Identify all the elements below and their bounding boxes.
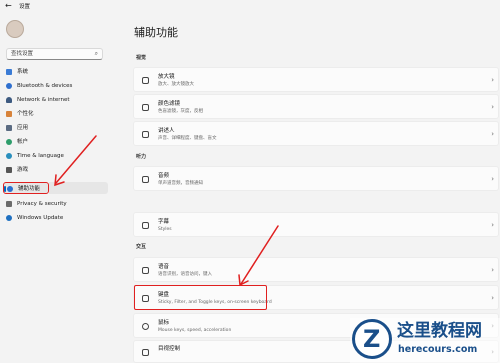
chevron-right-icon: › [491, 174, 494, 183]
sidebar-item-privacy[interactable]: Privacy & security [3, 198, 108, 210]
setting-card-title: 颜色滤镜 [158, 101, 181, 107]
sidebar-item-label: 帐户 [17, 139, 29, 145]
color-filter-icon [142, 103, 149, 111]
sidebar-item-label: Time & language [17, 153, 64, 159]
setting-card-subtitle: 放大、放大镜放大 [158, 82, 194, 87]
wifi-icon [6, 97, 12, 103]
setting-card-narrator[interactable]: 讲述人 声音、详细程度、键盘、盲文 › [133, 121, 499, 146]
setting-card-title: 字幕 [158, 219, 170, 225]
sidebar-item-windows-update[interactable]: Windows Update [3, 212, 108, 224]
setting-card-subtitle: 单声道音频，音频通知 [158, 181, 203, 186]
setting-card-color-filters[interactable]: 颜色滤镜 色盲滤镜，灰度，反相 › [133, 94, 499, 119]
setting-card-subtitle: Styles [158, 227, 172, 232]
section-header-vision: 视觉 [136, 55, 147, 61]
sidebar-active-highlight [49, 182, 108, 194]
sidebar-item-label: 辅助功能 [18, 186, 41, 192]
apps-icon [6, 125, 12, 131]
person-icon [6, 139, 12, 145]
sidebar-item-label: 个性化 [17, 111, 34, 117]
search-icon[interactable]: ⌕ [95, 49, 98, 59]
brush-icon [6, 111, 12, 117]
sidebar-item-label: 应用 [17, 125, 29, 131]
watermark-text: 这里教程网 [397, 321, 482, 341]
sidebar-item-label: Windows Update [17, 215, 64, 221]
sidebar-item-label: Bluetooth & devices [17, 83, 73, 89]
setting-card-title: 音频 [158, 173, 170, 179]
app-title: 设置 [19, 4, 31, 10]
accessibility-icon [7, 186, 13, 192]
magnifier-icon [142, 76, 149, 84]
shield-icon [6, 201, 12, 207]
microphone-icon [142, 266, 149, 274]
watermark-url: herecours.com [398, 344, 478, 355]
sidebar-item-apps[interactable]: 应用 [3, 122, 108, 134]
search-placeholder: 查找设置 [11, 51, 34, 57]
update-icon [6, 215, 12, 221]
monitor-icon [6, 69, 12, 75]
chevron-right-icon: › [491, 293, 494, 302]
setting-card-magnifier[interactable]: 放大镜 放大、放大镜放大 › [133, 67, 499, 92]
search-input[interactable]: 查找设置 ⌕ [6, 48, 103, 60]
sidebar-item-label: Network & internet [17, 97, 70, 103]
bluetooth-icon [6, 83, 12, 89]
sidebar-item-personalization[interactable]: 个性化 [3, 108, 108, 120]
setting-card-audio[interactable]: 音频 单声道音频，音频通知 › [133, 166, 499, 191]
gamepad-icon [6, 167, 12, 173]
setting-card-subtitle: 声音、详细程度、键盘、盲文 [158, 136, 217, 141]
chevron-right-icon: › [491, 220, 494, 229]
chevron-right-icon: › [491, 102, 494, 111]
section-header-interaction: 交互 [136, 244, 147, 250]
captions-icon [142, 221, 149, 229]
setting-card-captions[interactable]: 字幕 Styles › [133, 212, 499, 237]
setting-card-title: 目视控制 [158, 346, 181, 352]
keyboard-highlight-box [134, 285, 267, 310]
chevron-right-icon: › [491, 75, 494, 84]
chevron-right-icon: › [491, 129, 494, 138]
setting-card-title: 语音 [158, 264, 170, 270]
section-header-hearing: 听力 [136, 154, 147, 160]
sidebar-item-network[interactable]: Network & internet [3, 94, 108, 106]
setting-card-subtitle: Mouse keys, speed, acceleration [158, 328, 232, 333]
sidebar-item-label: 系统 [17, 69, 29, 75]
sidebar-item-label: 游戏 [17, 167, 29, 173]
sidebar-item-label: Privacy & security [17, 201, 67, 207]
setting-card-subtitle: 色盲滤镜，灰度，反相 [158, 109, 203, 114]
globe-clock-icon [6, 153, 12, 159]
eye-icon [142, 348, 149, 356]
mouse-icon [142, 322, 149, 330]
page-title: 辅助功能 [134, 26, 178, 39]
sidebar-item-system[interactable]: 系统 [3, 66, 108, 78]
back-arrow-icon[interactable]: ← [5, 2, 12, 10]
title-bar: ← 设置 [0, 0, 500, 14]
setting-card-title: 讲述人 [158, 128, 175, 134]
setting-card-subtitle: 语音识别，语音访问，键入 [158, 272, 212, 277]
speaker-icon [142, 175, 149, 183]
setting-card-title: 鼠标 [158, 320, 170, 326]
sidebar-item-accounts[interactable]: 帐户 [3, 136, 108, 148]
setting-card-title: 放大镜 [158, 74, 175, 80]
chevron-right-icon: › [491, 265, 494, 274]
sidebar-item-bluetooth[interactable]: Bluetooth & devices [3, 80, 108, 92]
sidebar-item-gaming[interactable]: 游戏 [3, 164, 108, 176]
watermark-logo-letter: Z [363, 325, 381, 353]
narrator-icon [142, 130, 149, 138]
avatar[interactable] [6, 20, 24, 38]
setting-card-speech[interactable]: 语音 语音识别，语音访问，键入 › [133, 257, 499, 282]
sidebar-item-accessibility[interactable]: 辅助功能 [3, 182, 49, 194]
sidebar-item-time-language[interactable]: Time & language [3, 150, 108, 162]
